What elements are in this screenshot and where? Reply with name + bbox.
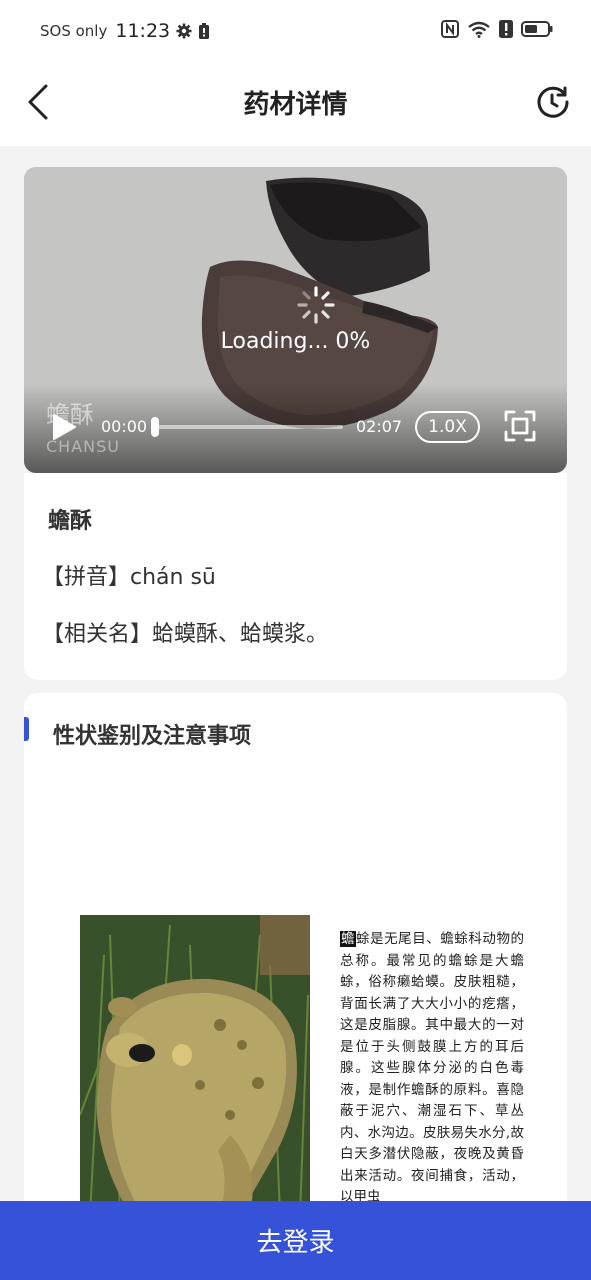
- fullscreen-icon[interactable]: [504, 410, 536, 442]
- wifi-icon: [468, 21, 490, 38]
- status-clock: 11:23: [115, 20, 171, 42]
- login-label: 去登录: [256, 1228, 335, 1258]
- progress-track[interactable]: [155, 425, 343, 429]
- play-icon[interactable]: [51, 413, 77, 441]
- herb-info-card: 蟾酥 【拼音】chán sū 【相关名】蛤蟆酥、蛤蟆浆。: [24, 473, 567, 680]
- herb-pinyin: 【拼音】chán sū: [42, 565, 216, 590]
- gear-icon: [176, 23, 192, 39]
- login-button[interactable]: 去登录: [0, 1201, 591, 1280]
- status-right: [441, 20, 553, 38]
- detail-card: 性状鉴别及注意事项 蟾蜍是无尾目、蟾蜍科动物的总称。最常见的蟾蜍是大蟾蜍，俗称癞…: [24, 693, 567, 1280]
- history-icon: [537, 86, 569, 118]
- section-accent-bar: [24, 717, 29, 741]
- nav-bar: 药材详情: [0, 66, 591, 146]
- herb-name: 蟾酥: [48, 509, 93, 534]
- herb-related-names: 【相关名】蛤蟆酥、蛤蟆浆。: [42, 622, 329, 647]
- progress-knob[interactable]: [151, 417, 159, 437]
- loading-spinner-icon: [297, 286, 335, 324]
- history-button[interactable]: [533, 82, 573, 122]
- alert-icon: [499, 20, 513, 38]
- description-drop-cap: 蟾: [340, 931, 357, 947]
- toad-image: [80, 915, 310, 1215]
- video-player[interactable]: Loading... 0% 蟾酥 CHANSU 00:00 02:07 1.0X: [24, 167, 567, 473]
- status-left: SOS only 11:23: [40, 20, 210, 42]
- page-title: 药材详情: [243, 90, 348, 120]
- battery-icon: [521, 21, 553, 37]
- carrier-label: SOS only: [40, 22, 108, 40]
- status-bar: SOS only 11:23: [0, 0, 591, 66]
- current-time: 00:00: [101, 417, 148, 436]
- nfc-icon: [441, 20, 459, 38]
- battery-saver-icon: [199, 22, 210, 39]
- playback-speed-button[interactable]: 1.0X: [415, 411, 480, 443]
- description-text: 蟾蜍是无尾目、蟾蜍科动物的总称。最常见的蟾蜍是大蟾蜍，俗称癞蛤蟆。皮肤粗糙，背面…: [340, 929, 524, 1209]
- loading-text: Loading... 0%: [220, 329, 371, 354]
- total-time: 02:07: [356, 417, 403, 436]
- section-title: 性状鉴别及注意事项: [53, 724, 252, 749]
- description-body: 蜍是无尾目、蟾蜍科动物的总称。最常见的蟾蜍是大蟾蜍，俗称癞蛤蟆。皮肤粗糙，背面长…: [340, 931, 525, 1205]
